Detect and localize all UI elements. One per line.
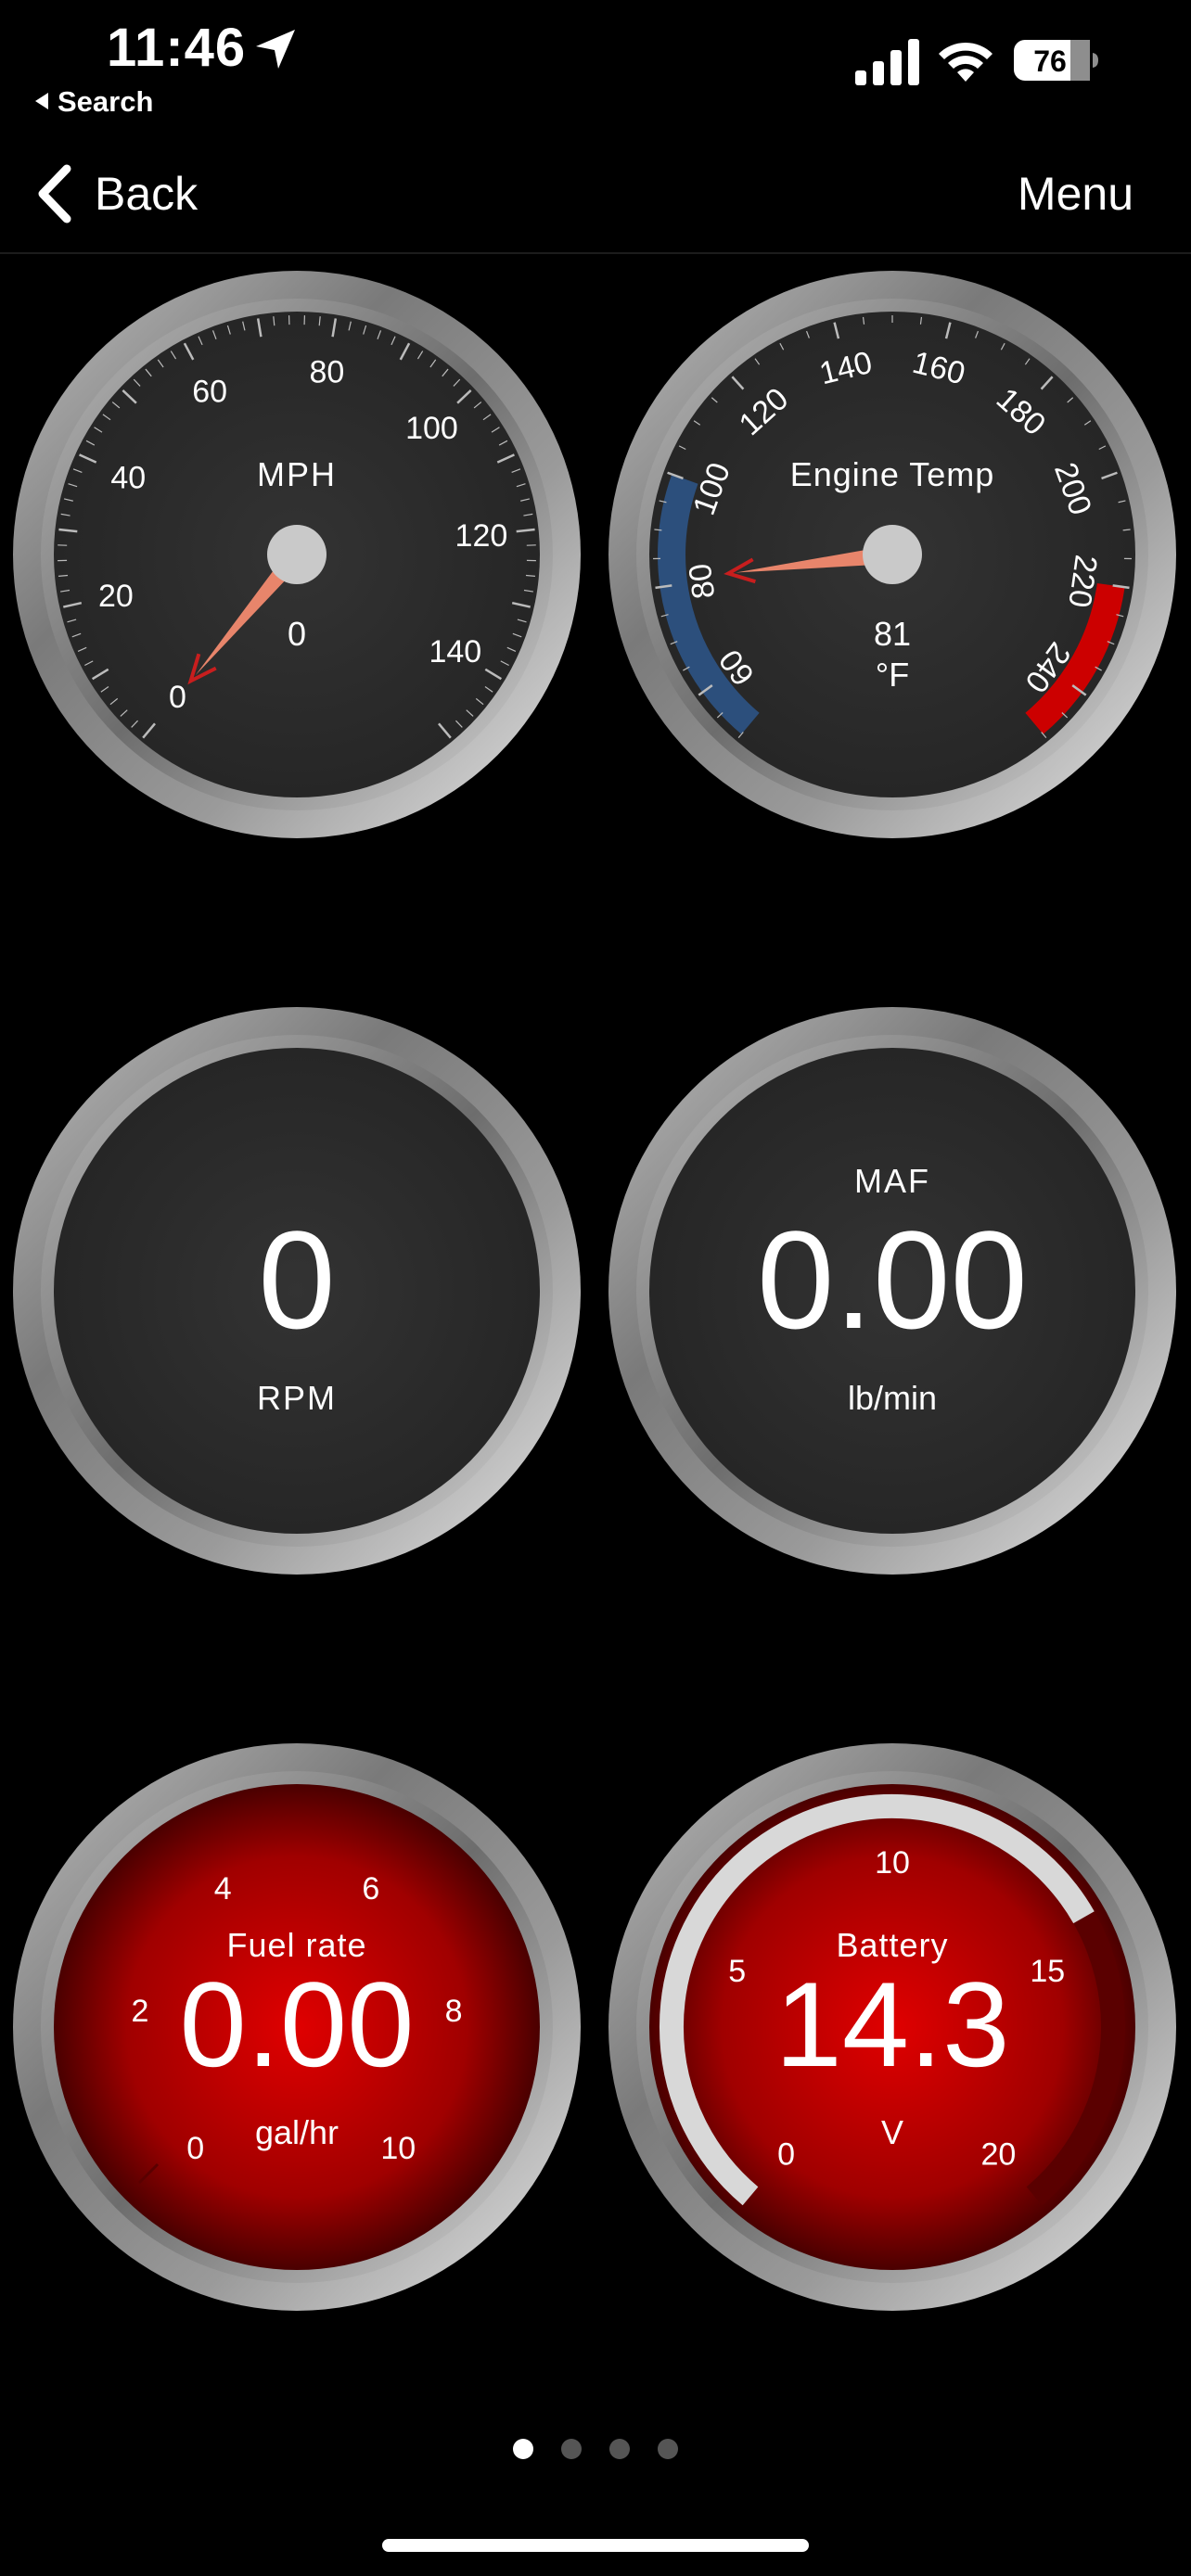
battery-tick-label: 0: [777, 2136, 795, 2172]
speed-tick-label: 80: [310, 355, 345, 390]
speed-tick-label: 140: [429, 634, 481, 670]
back-triangle-icon: [35, 93, 48, 109]
menu-button[interactable]: Menu: [1018, 161, 1133, 226]
fuel-rate-tick-label: 6: [362, 1871, 379, 1906]
battery-unit: V: [881, 2113, 903, 2151]
speed-tick-label: 40: [110, 461, 146, 496]
speed-tick-label: 120: [455, 518, 508, 554]
wifi-icon: [939, 42, 992, 82]
battery-icon: 76: [1014, 40, 1098, 81]
page-dot[interactable]: [658, 2439, 678, 2459]
back-to-app-link[interactable]: Search: [35, 85, 153, 119]
maf-unit: lb/min: [848, 1379, 937, 1417]
page-dot[interactable]: [609, 2439, 630, 2459]
temp-tick: [1122, 529, 1131, 531]
status-bar: 11:46 Search 76: [0, 0, 1191, 130]
battery-level: 76: [1033, 45, 1067, 78]
battery-voltage-gauge: 0 5 10 15 20 Battery 14.3 V: [605, 1740, 1180, 2315]
battery-value: 14.3: [775, 1957, 1009, 2092]
fuel-rate-tick-label: 2: [131, 1994, 148, 2029]
navigation-bar: Back Menu: [0, 139, 1191, 254]
needle-hub: [863, 525, 922, 584]
maf-gauge: MAF 0.00 lb/min: [605, 1003, 1180, 1578]
engine-temp-value: 81: [874, 615, 911, 653]
page-indicator: [0, 2439, 1191, 2464]
rpm-gauge: 0 RPM: [9, 1003, 584, 1578]
speed-label: MPH: [257, 455, 337, 493]
speed-tick-label: 100: [405, 411, 458, 446]
page-dot[interactable]: [513, 2439, 533, 2459]
back-button[interactable]: Back: [33, 161, 198, 226]
cellular-signal-icon: [855, 39, 919, 85]
home-indicator[interactable]: [382, 2539, 809, 2552]
maf-value: 0.00: [757, 1202, 1028, 1358]
speed-gauge: 0 20 40 60 80 100 120 140 MPH 0: [9, 267, 584, 842]
temp-tick-label: 220: [1061, 553, 1104, 609]
speed-tick-label: 0: [169, 680, 186, 715]
temp-tick-label: 80: [683, 561, 723, 601]
status-time: 11:46: [107, 18, 247, 78]
fuel-rate-tick-label: 10: [380, 2131, 416, 2166]
engine-temp-gauge: 60 80 100 120 140 160 180 200 220 240 Engine Temp…: [605, 267, 1180, 842]
fuel-rate-gauge: 0 2 4 6 8 10 Fuel rate 0.00 gal/hr: [9, 1740, 584, 2315]
maf-label: MAF: [854, 1162, 930, 1200]
location-arrow-icon: [256, 30, 295, 69]
engine-temp-label: Engine Temp: [790, 455, 994, 493]
battery-tick-label: 10: [875, 1845, 910, 1881]
fuel-rate-tick-label: 4: [214, 1871, 232, 1906]
speed-tick-label: 60: [192, 374, 227, 409]
page-dot[interactable]: [561, 2439, 582, 2459]
back-button-label: Back: [95, 168, 198, 220]
rpm-label: RPM: [257, 1379, 337, 1417]
engine-temp-unit: °F: [876, 656, 909, 694]
fuel-rate-value: 0.00: [179, 1957, 414, 2092]
rpm-value: 0: [258, 1202, 335, 1358]
speed-tick-label: 20: [98, 579, 134, 614]
fuel-rate-tick-label: 8: [445, 1994, 463, 2029]
battery-tick-label: 15: [1030, 1954, 1065, 1989]
temp-tick: [654, 529, 662, 531]
battery-tick-label: 20: [981, 2136, 1017, 2172]
battery-tick-label: 5: [728, 1954, 746, 1989]
needle-hub: [267, 525, 327, 584]
fuel-rate-tick-label: 0: [186, 2131, 204, 2166]
fuel-rate-unit: gal/hr: [255, 2113, 339, 2151]
speed-value: 0: [288, 615, 306, 653]
back-app-label: Search: [58, 85, 154, 118]
chevron-left-icon: [38, 164, 71, 223]
